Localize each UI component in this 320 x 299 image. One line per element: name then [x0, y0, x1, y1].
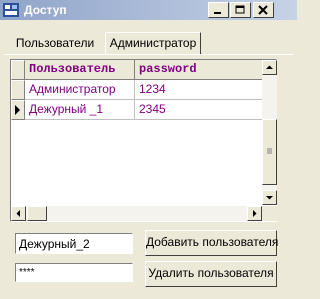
tab-users[interactable]: Пользователи	[8, 34, 102, 54]
horizontal-scroll-thumb[interactable]	[27, 206, 47, 221]
grip-icon	[267, 148, 272, 154]
cell-password[interactable]: 2345	[135, 100, 272, 120]
close-button[interactable]	[253, 2, 274, 18]
vertical-scrollbar[interactable]	[262, 60, 277, 205]
minimize-button[interactable]	[208, 2, 229, 18]
window-title: Доступ	[24, 3, 67, 17]
scroll-down-button[interactable]	[262, 190, 277, 205]
scroll-left-button[interactable]	[11, 206, 26, 221]
arrow-right-icon	[253, 210, 257, 217]
title-bar[interactable]: Доступ	[0, 0, 297, 20]
username-input[interactable]: Дежурный_2	[15, 233, 133, 254]
maximize-button[interactable]	[230, 2, 251, 18]
scrollbar-corner	[262, 206, 277, 221]
scroll-right-button[interactable]	[247, 206, 262, 221]
tab-divider	[4, 54, 293, 55]
password-input[interactable]: ****	[15, 263, 133, 282]
app-icon	[3, 3, 19, 17]
arrow-left-icon	[16, 210, 20, 217]
row-indicator-current[interactable]	[11, 100, 25, 120]
minimize-icon	[214, 12, 221, 14]
delete-user-button[interactable]: Удалить пользователя	[145, 261, 277, 287]
maximize-icon	[235, 5, 245, 14]
scroll-up-button[interactable]	[262, 60, 277, 75]
tab-administrator[interactable]: Администратор	[105, 32, 201, 54]
row-indicator[interactable]	[11, 80, 25, 100]
horizontal-scrollbar[interactable]	[11, 206, 262, 221]
header-indicator	[11, 60, 25, 80]
current-row-arrow-icon	[15, 105, 20, 115]
add-user-button[interactable]: Добавить пользователя	[145, 230, 278, 256]
column-header-user[interactable]: Пользователь	[25, 60, 135, 80]
arrow-down-icon	[266, 196, 273, 200]
arrow-up-icon	[266, 65, 273, 69]
close-icon	[258, 5, 268, 15]
vertical-scroll-thumb[interactable]	[262, 119, 277, 185]
cell-password[interactable]: 1234	[135, 80, 272, 100]
cell-user[interactable]: Дежурный _1	[25, 100, 135, 120]
column-header-password[interactable]: password	[135, 60, 272, 80]
cell-user[interactable]: Администратор	[25, 80, 135, 100]
users-grid[interactable]: Пользователь password Администратор 1234…	[10, 59, 277, 222]
